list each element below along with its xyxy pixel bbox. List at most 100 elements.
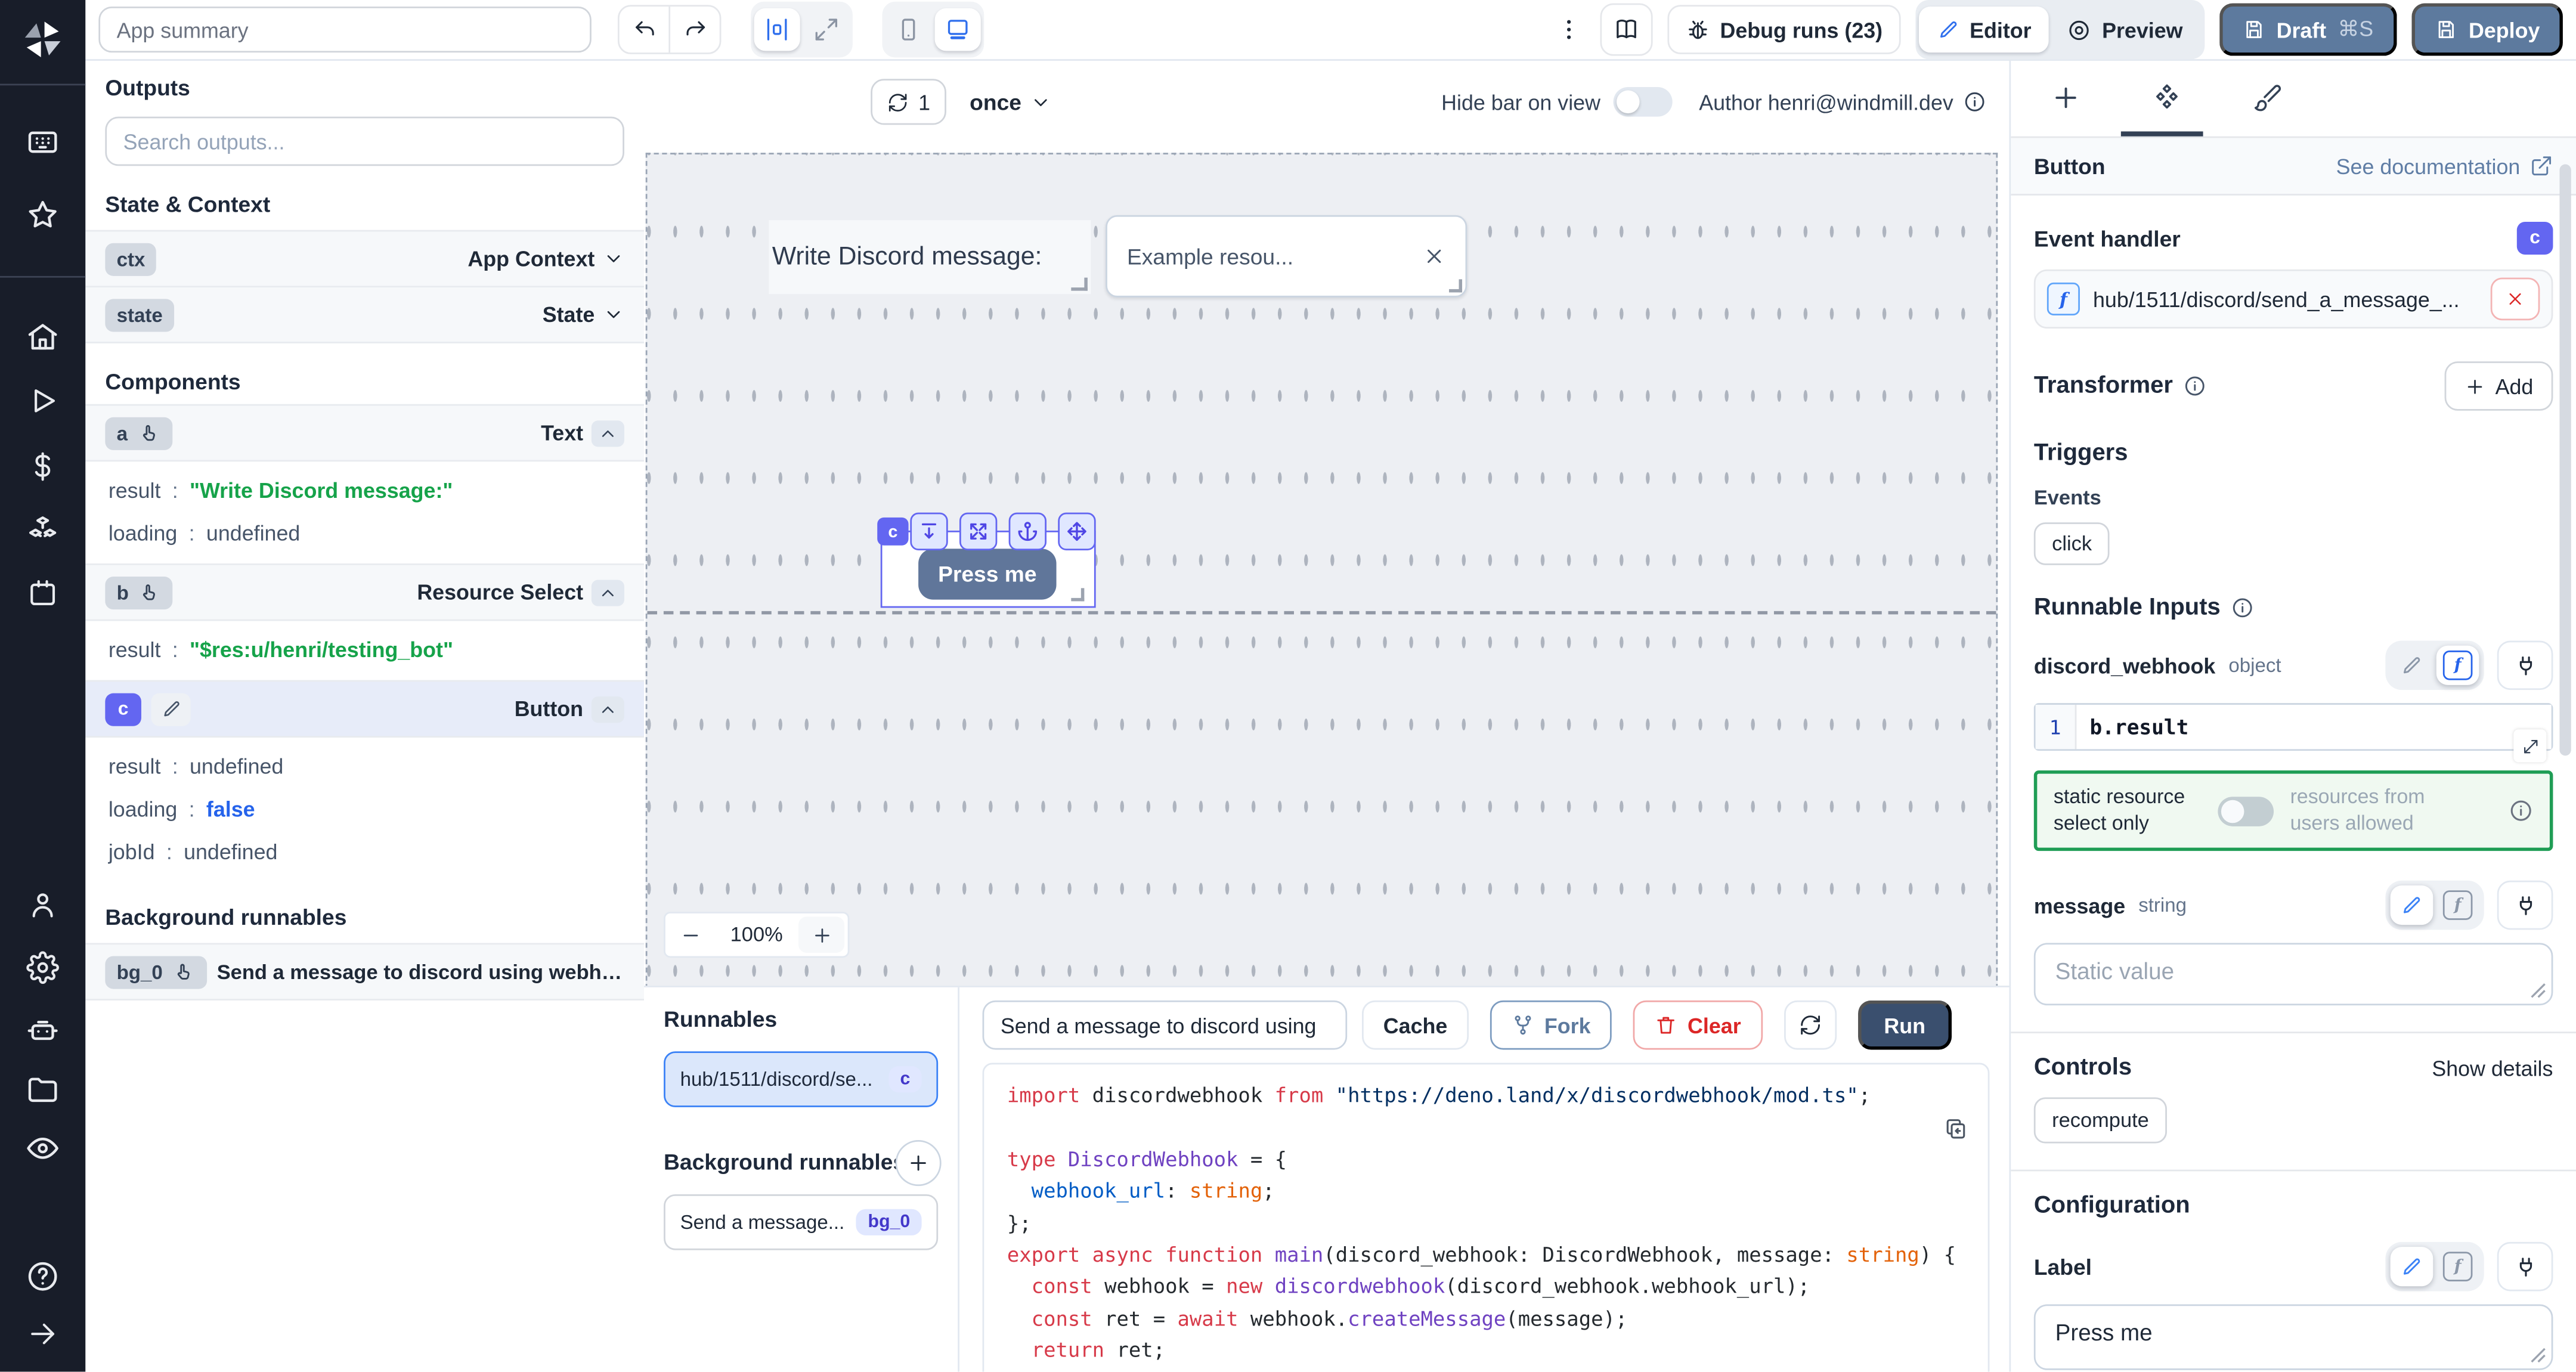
textarea-resize-handle[interactable]: [2530, 983, 2547, 999]
mobile-view-button[interactable]: [886, 8, 931, 51]
deploy-button[interactable]: Deploy: [2411, 4, 2563, 56]
resize-handle[interactable]: [1071, 278, 1088, 291]
resize-handle[interactable]: [1071, 588, 1084, 601]
fork-button[interactable]: Fork: [1490, 1001, 1612, 1050]
component-row-a[interactable]: a Text: [85, 404, 644, 462]
insert-component-tab[interactable]: [2050, 82, 2081, 113]
collapse-arrow-icon[interactable]: [27, 1318, 58, 1349]
schedules-calendar-icon[interactable]: [26, 577, 59, 609]
windmill-logo-icon[interactable]: [21, 18, 64, 61]
app-canvas[interactable]: Write Discord message: Example resou... …: [646, 153, 1998, 989]
tab-editor[interactable]: Editor: [1919, 7, 2049, 52]
refresh-mode-dropdown[interactable]: once: [970, 89, 1051, 114]
tab-preview[interactable]: Preview: [2049, 7, 2201, 52]
workers-robot-icon[interactable]: [26, 1013, 60, 1048]
info-icon[interactable]: [2182, 374, 2206, 398]
folders-icon[interactable]: [26, 1072, 60, 1107]
output-row-state[interactable]: state State: [85, 287, 644, 343]
resize-handle[interactable]: [1449, 279, 1462, 292]
centered-layout-button[interactable]: [754, 8, 800, 51]
static-pencil-toggle[interactable]: [2391, 885, 2433, 925]
zoom-in-button[interactable]: [798, 916, 844, 953]
desktop-view-button[interactable]: [935, 8, 981, 51]
refresh-count-button[interactable]: 1: [871, 79, 946, 125]
home-icon[interactable]: [26, 320, 60, 354]
expand-editor-icon[interactable]: [2513, 729, 2546, 762]
info-icon[interactable]: [1963, 91, 1986, 114]
settings-gear-icon[interactable]: [26, 951, 59, 984]
run-button[interactable]: Run: [1857, 1001, 1952, 1050]
info-icon[interactable]: [2509, 798, 2533, 823]
output-row-ctx[interactable]: ctx App Context: [85, 230, 644, 287]
canvas-text-component[interactable]: Write Discord message:: [769, 220, 1091, 294]
eval-function-toggle[interactable]: f: [2436, 1247, 2479, 1286]
expression-value[interactable]: b.result: [2076, 705, 2551, 749]
chevron-down-icon[interactable]: [603, 248, 624, 270]
label-value-textarea[interactable]: Press me: [2034, 1305, 2553, 1370]
canvas-resource-select-component[interactable]: Example resou...: [1106, 215, 1467, 298]
zoom-out-button[interactable]: [665, 924, 715, 946]
eval-function-toggle[interactable]: f: [2436, 646, 2479, 685]
see-documentation-link[interactable]: See documentation: [2336, 154, 2553, 178]
resources-cubes-icon[interactable]: [26, 513, 60, 548]
variables-dollar-icon[interactable]: [26, 450, 59, 483]
recompute-chip[interactable]: recompute: [2034, 1097, 2167, 1143]
connect-plug-button[interactable]: [2497, 1242, 2553, 1292]
kebab-menu-icon[interactable]: [1552, 17, 1585, 43]
static-pencil-toggle[interactable]: [2391, 1247, 2433, 1286]
dock-down-icon[interactable]: [910, 513, 948, 550]
selected-component-id-tab[interactable]: c: [877, 518, 908, 546]
cache-button[interactable]: Cache: [1362, 1001, 1469, 1050]
chevron-up-icon[interactable]: [592, 696, 624, 722]
component-settings-tab[interactable]: [2150, 81, 2183, 114]
info-icon[interactable]: [2230, 596, 2253, 620]
help-icon[interactable]: [26, 1259, 60, 1294]
click-event-chip[interactable]: click: [2034, 522, 2110, 565]
background-runnable-row[interactable]: bg_0 Send a message to discord using web…: [85, 943, 644, 1000]
move-icon[interactable]: [1058, 513, 1095, 550]
message-static-value-textarea[interactable]: Static value: [2034, 943, 2553, 1005]
add-background-runnable-button[interactable]: [896, 1140, 942, 1186]
inspector-scrollbar[interactable]: [2559, 165, 2571, 756]
canvas-button-component[interactable]: Press me: [918, 549, 1056, 599]
clear-button[interactable]: Clear: [1633, 1001, 1762, 1050]
draft-button[interactable]: Draft⌘S: [2219, 4, 2397, 56]
search-outputs-input[interactable]: [105, 117, 624, 166]
users-person-icon[interactable]: [26, 889, 59, 922]
fullscreen-layout-button[interactable]: [803, 8, 849, 51]
expand-icon[interactable]: [959, 513, 997, 550]
code-editor[interactable]: import discordwebhook from "https://deno…: [983, 1063, 1990, 1372]
add-transformer-button[interactable]: Add: [2444, 361, 2553, 411]
app-summary-input[interactable]: [98, 7, 592, 52]
copy-icon[interactable]: [1943, 1117, 1968, 1141]
refresh-script-button[interactable]: [1784, 1001, 1836, 1050]
debug-runs-button[interactable]: Debug runs (23): [1667, 5, 1900, 54]
connect-plug-button[interactable]: [2497, 881, 2553, 930]
hide-bar-toggle[interactable]: [1614, 87, 1673, 117]
event-handler-runnable[interactable]: f hub/1511/discord/send_a_message_...: [2034, 270, 2553, 329]
app-editor-icon[interactable]: [26, 126, 60, 160]
remove-runnable-button[interactable]: [2491, 278, 2540, 321]
discord-webhook-expression-editor[interactable]: 1 b.result: [2034, 703, 2553, 751]
script-name-input[interactable]: [983, 1001, 1348, 1050]
component-row-b[interactable]: b Resource Select: [85, 563, 644, 621]
styling-paintbrush-tab[interactable]: [2252, 82, 2283, 113]
chevron-up-icon[interactable]: [592, 420, 624, 446]
resource-mode-toggle[interactable]: [2218, 796, 2274, 826]
textarea-resize-handle[interactable]: [2530, 1347, 2547, 1364]
anchor-icon[interactable]: [1009, 513, 1046, 550]
pencil-icon[interactable]: [151, 692, 190, 725]
connect-plug-button[interactable]: [2497, 640, 2553, 690]
runnable-item-selected[interactable]: hub/1511/discord/se... c: [664, 1051, 938, 1107]
runs-play-icon[interactable]: [26, 385, 59, 417]
docs-book-button[interactable]: [1600, 4, 1652, 56]
chevron-down-icon[interactable]: [603, 304, 624, 326]
show-details-link[interactable]: Show details: [2432, 1055, 2553, 1080]
redo-button[interactable]: [668, 7, 719, 52]
eval-function-toggle[interactable]: f: [2436, 885, 2479, 925]
undo-button[interactable]: [620, 7, 669, 52]
clear-selection-icon[interactable]: [1423, 245, 1446, 268]
static-pencil-toggle[interactable]: [2391, 646, 2433, 685]
component-row-c[interactable]: c Button: [85, 680, 644, 738]
chevron-up-icon[interactable]: [592, 579, 624, 605]
